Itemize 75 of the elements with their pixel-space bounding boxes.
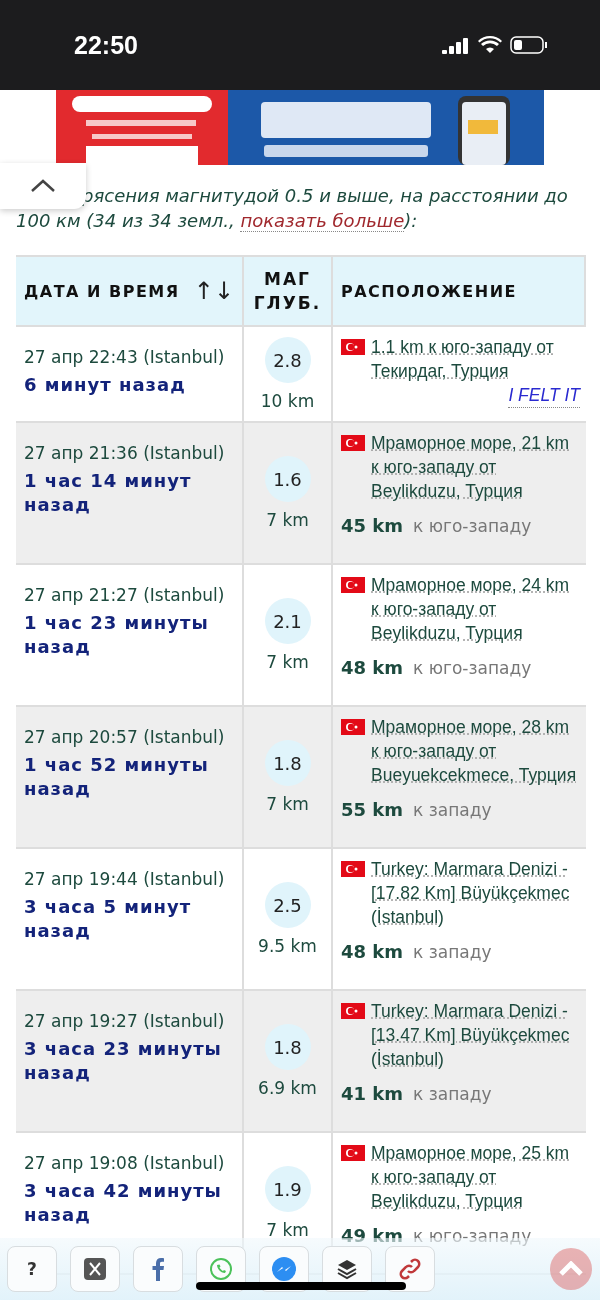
- distance-text: 41 km: [341, 1083, 404, 1104]
- magnitude-badge: 1.8: [264, 740, 311, 786]
- location-text[interactable]: Мраморное море, 24 km к юго-западу от Beylikduzu, Турция: [371, 573, 580, 645]
- time-ago: 6 минут назад: [24, 373, 187, 397]
- distance-text: 48 km: [341, 941, 404, 962]
- column-title: МАГ ГЛУБ.: [252, 268, 323, 315]
- date-time: 27 апр 21:27 (Istanbul): [24, 585, 226, 605]
- time-ago: 3 часа 5 минут назад: [24, 895, 193, 943]
- depth-text: 7 km: [266, 510, 309, 530]
- depth-text: 6.9 km: [258, 1078, 317, 1098]
- direction-text: к юго-западу: [413, 516, 532, 536]
- time-ago: 1 час 23 минуты назад: [24, 611, 210, 659]
- date-time: 27 апр 22:43 (Istanbul): [24, 347, 226, 367]
- battery-icon: [510, 36, 548, 54]
- date-time: 27 апр 19:27 (Istanbul): [24, 1011, 226, 1031]
- location-text[interactable]: Мраморное море, 28 km к юго-западу от Bueyuekcekmece, Турция: [371, 715, 580, 787]
- magnitude-badge: 2.5: [264, 882, 311, 928]
- date-time: 27 апр 19:08 (Istanbul): [24, 1153, 226, 1173]
- depth-text: 10 km: [260, 391, 315, 411]
- clock-time: 22:50: [74, 30, 138, 60]
- location-text[interactable]: Мраморное море, 21 km к юго-западу от Beylikduzu, Турция: [371, 431, 580, 503]
- phone-bubble-icon: [209, 1257, 233, 1281]
- chevron-up-icon: [558, 1261, 584, 1277]
- share-x-button[interactable]: [70, 1246, 120, 1292]
- wifi-icon: [478, 36, 502, 54]
- flag-icon: [341, 1145, 365, 1161]
- help-button[interactable]: ?: [7, 1246, 57, 1292]
- depth-text: 7 km: [266, 652, 309, 672]
- flag-icon: [341, 1003, 365, 1019]
- messenger-icon: [271, 1256, 297, 1282]
- time-ago: 3 часа 42 минуты назад: [24, 1179, 223, 1227]
- direction-text: к юго-западу: [413, 1226, 532, 1246]
- distance-text: 55 km: [341, 799, 404, 820]
- direction-text: к западу: [413, 942, 492, 962]
- flag-icon: [341, 861, 365, 877]
- x-icon: [84, 1258, 106, 1280]
- magnitude-badge: 2.8: [264, 337, 311, 383]
- column-title: ДАТА И ВРЕМЯ: [24, 281, 180, 301]
- sort-icon: ↑↓: [193, 277, 234, 305]
- column-title: РАСПОЛОЖЕНИЕ: [341, 281, 517, 301]
- time-ago: 1 час 14 минут назад: [24, 469, 193, 517]
- direction-text: к западу: [413, 1084, 492, 1104]
- magnitude-badge: 1.8: [264, 1024, 311, 1070]
- distance-text: 49 km: [341, 1225, 404, 1246]
- time-ago: 1 час 52 минуты назад: [24, 753, 210, 801]
- copy-link-button[interactable]: [385, 1246, 435, 1292]
- magnitude-badge: 1.6: [264, 456, 311, 502]
- direction-text: к западу: [413, 800, 492, 820]
- location-text[interactable]: 1.1 km к юго-западу от Текирдаг, Турция: [371, 335, 580, 383]
- flag-icon: [341, 577, 365, 593]
- location-text[interactable]: Мраморное море, 25 km к юго-западу от Beylikduzu, Турция: [371, 1141, 580, 1213]
- depth-text: 7 km: [266, 794, 309, 814]
- date-time: 27 апр 21:36 (Istanbul): [24, 443, 226, 463]
- facebook-icon: [151, 1257, 165, 1281]
- depth-text: 7 km: [266, 1220, 309, 1240]
- magnitude-badge: 1.9: [264, 1166, 311, 1212]
- i-felt-it-link[interactable]: I FELT IT: [508, 383, 580, 408]
- magnitude-badge: 2.1: [264, 598, 311, 644]
- depth-text: 9.5 km: [258, 936, 317, 956]
- chevron-up-icon: [30, 179, 56, 193]
- distance-text: 48 km: [341, 657, 404, 678]
- location-text[interactable]: Turkey: Marmara Denizi - [13.47 Km] Büyükçekmec (İstanbul): [371, 999, 580, 1071]
- direction-text: к юго-западу: [413, 658, 532, 678]
- time-ago: 3 часа 23 минуты назад: [24, 1037, 223, 1085]
- flag-icon: [341, 339, 365, 355]
- date-time: 27 апр 19:44 (Istanbul): [24, 869, 226, 889]
- flag-icon: [341, 719, 365, 735]
- signal-icon: [442, 36, 470, 54]
- date-time: 27 апр 20:57 (Istanbul): [24, 727, 226, 747]
- link-icon: [398, 1257, 422, 1281]
- share-facebook-button[interactable]: [133, 1246, 183, 1292]
- flag-icon: [341, 435, 365, 451]
- layers-icon: [336, 1258, 358, 1280]
- location-text[interactable]: Turkey: Marmara Denizi - [17.82 Km] Büyükçekmec (İstanbul): [371, 857, 580, 929]
- distance-text: 45 km: [341, 515, 404, 536]
